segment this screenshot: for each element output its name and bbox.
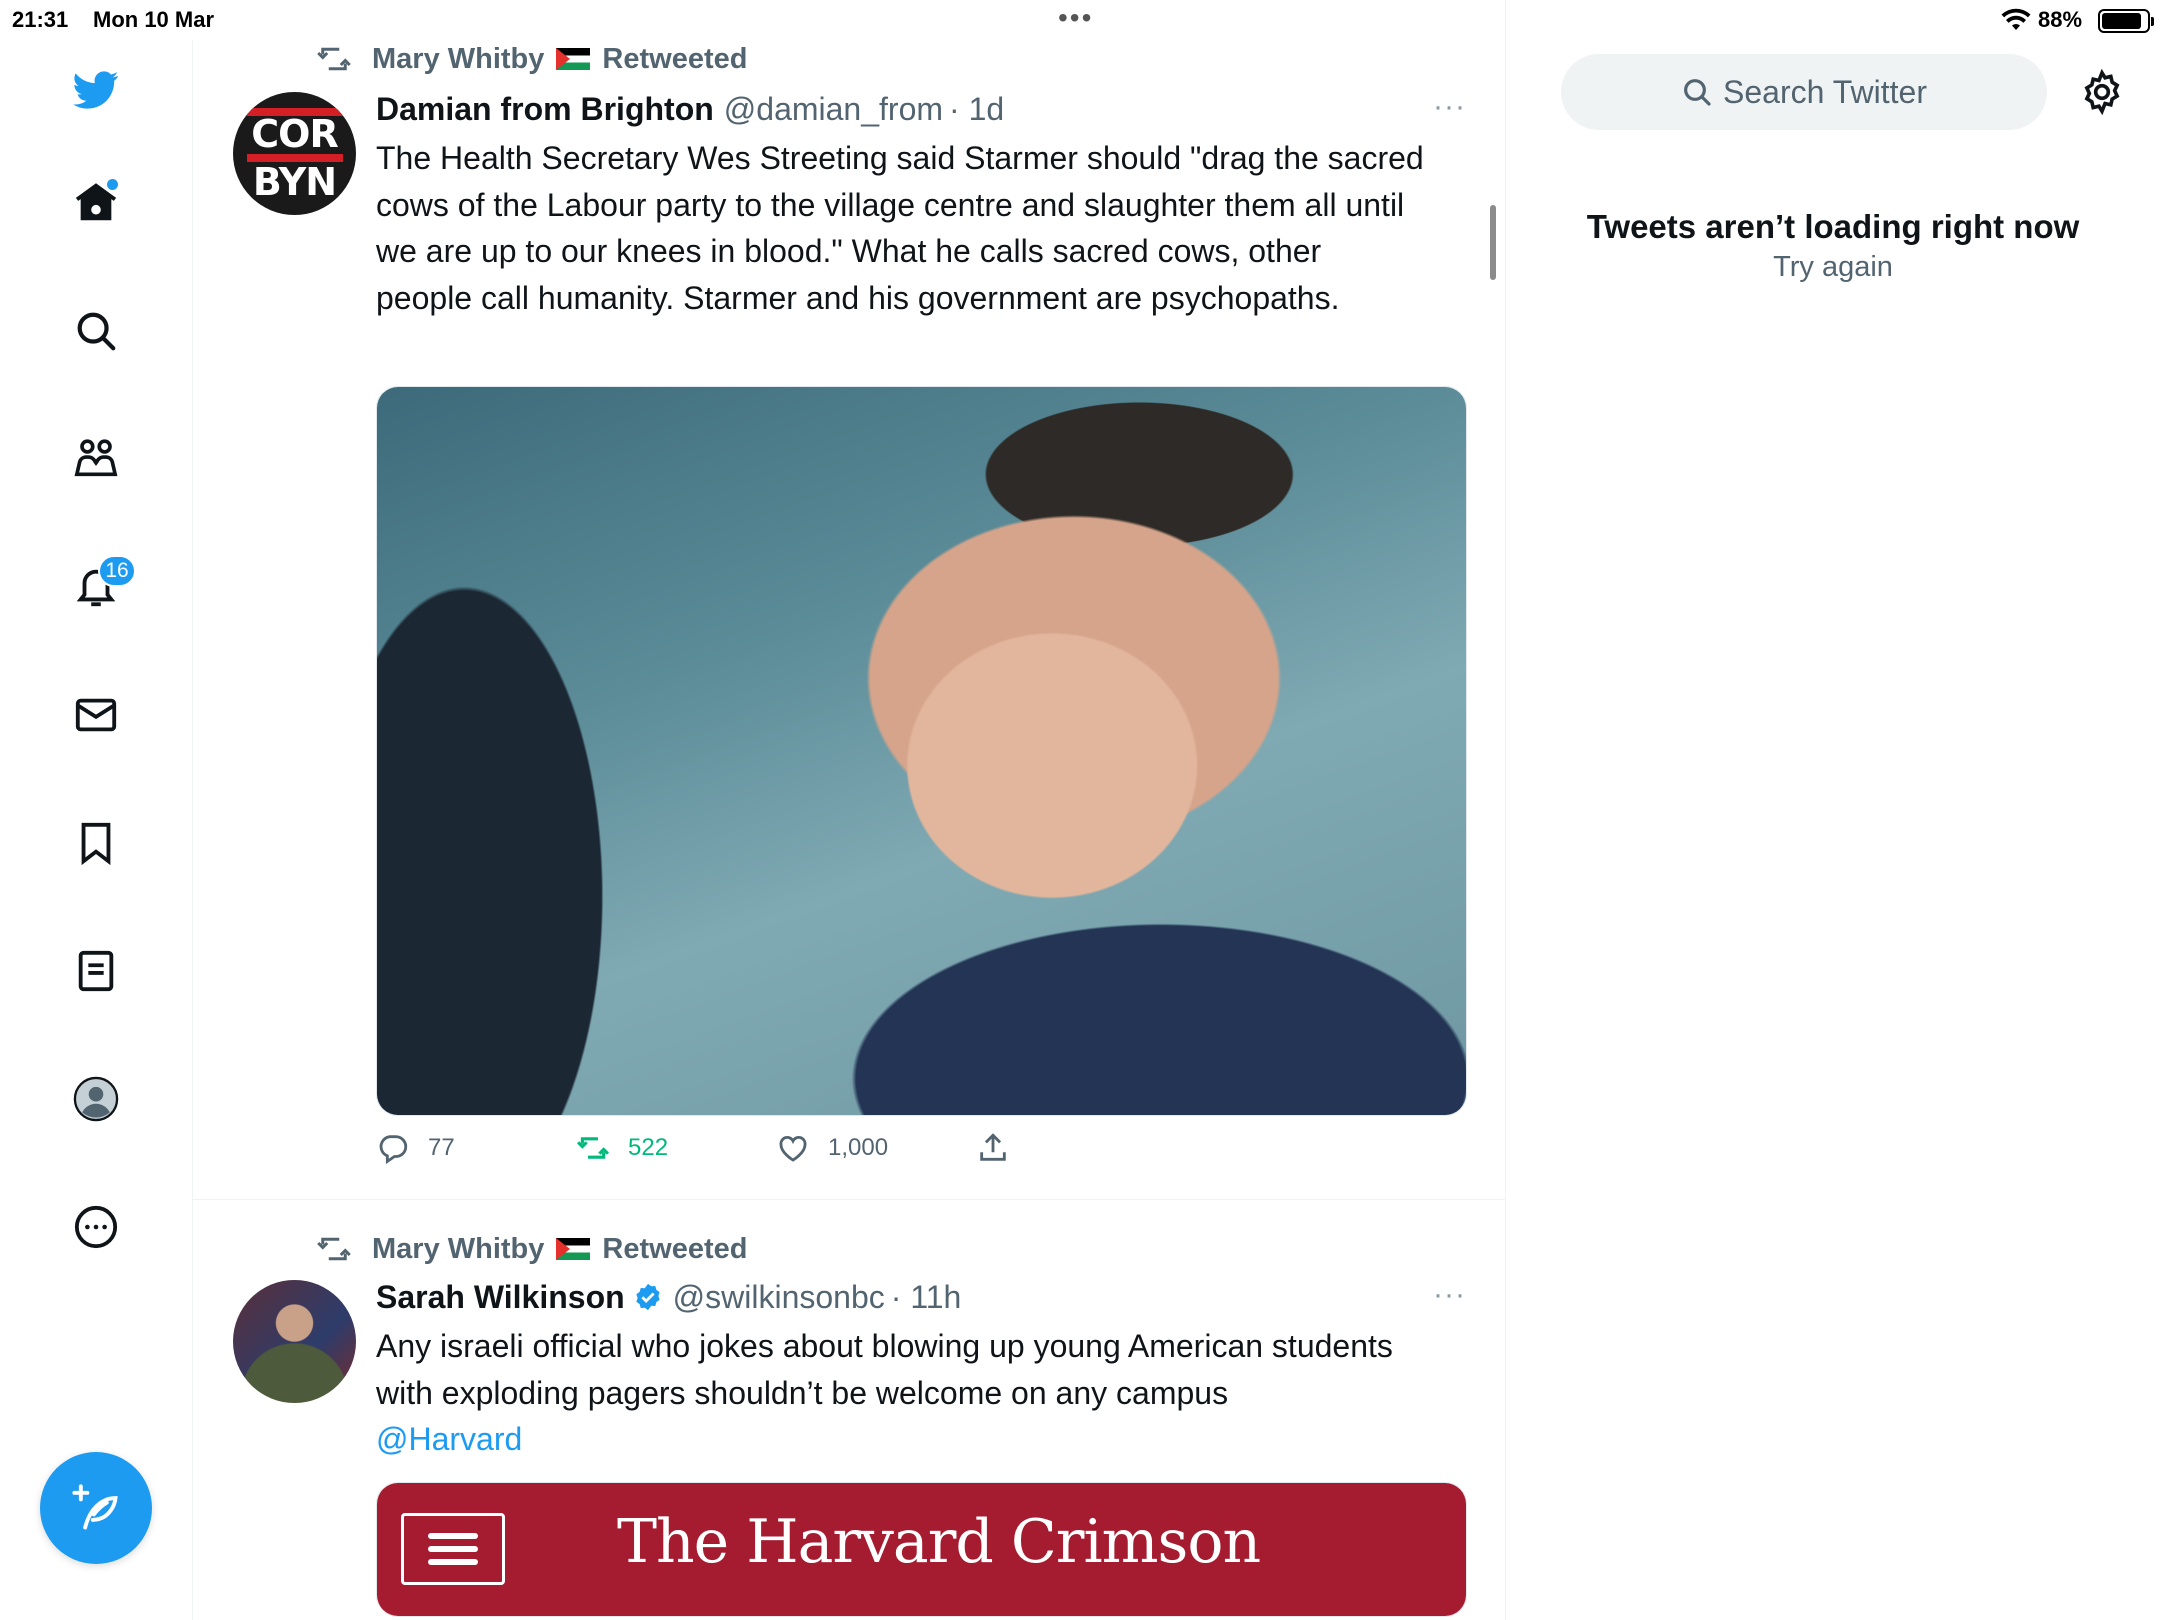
more-circle-icon[interactable] bbox=[56, 1187, 136, 1267]
battery-icon bbox=[2098, 9, 2154, 33]
wifi-icon bbox=[2001, 8, 2031, 38]
home-icon[interactable] bbox=[56, 163, 136, 243]
more-options-icon[interactable]: ··· bbox=[1433, 1278, 1466, 1312]
hamburger-menu-icon bbox=[401, 1513, 505, 1585]
reply-button[interactable]: 77 bbox=[376, 1128, 455, 1168]
settings-gear-icon[interactable] bbox=[2074, 64, 2130, 120]
palestine-flag-icon bbox=[556, 1238, 591, 1260]
retweet-button[interactable]: 522 bbox=[576, 1128, 668, 1168]
reply-icon bbox=[379, 1135, 408, 1165]
retweeter-name[interactable]: Mary Whitby bbox=[372, 1233, 544, 1266]
search-icon[interactable] bbox=[56, 291, 136, 371]
notifications-bell-icon[interactable]: 16 bbox=[56, 547, 136, 627]
author-name[interactable]: Damian from Brighton bbox=[376, 91, 714, 128]
avatar[interactable]: COR BYN bbox=[233, 92, 356, 215]
search-placeholder: Search Twitter bbox=[1723, 73, 1927, 110]
palestine-flag-icon bbox=[556, 48, 591, 70]
compose-feather-icon bbox=[72, 1484, 118, 1530]
tweet-divider bbox=[193, 1199, 1505, 1200]
share-button[interactable] bbox=[976, 1128, 1028, 1168]
tweet-actions: 77 522 1,000 bbox=[376, 1128, 1467, 1168]
link-card[interactable]: The Harvard Crimson bbox=[376, 1482, 1467, 1617]
tweet-text: Any israeli official who jokes about blo… bbox=[376, 1323, 1426, 1463]
sidebar-nav: 16 bbox=[0, 40, 193, 1620]
photo-image bbox=[377, 387, 1466, 1115]
author-name[interactable]: Sarah Wilkinson bbox=[376, 1279, 625, 1316]
retweet-context: Mary Whitby Retweeted bbox=[316, 1231, 747, 1267]
tweet-photo[interactable] bbox=[376, 386, 1467, 1116]
retweet-icon bbox=[317, 47, 351, 71]
twitter-bird-icon[interactable] bbox=[56, 50, 136, 130]
tweet-text: The Health Secretary Wes Streeting said … bbox=[376, 140, 1424, 316]
timeline[interactable]: Mary Whitby Retweeted COR BYN Damian fro… bbox=[193, 0, 1506, 1620]
retweeter-name[interactable]: Mary Whitby bbox=[372, 43, 544, 76]
status-time: 21:31 bbox=[12, 7, 69, 32]
tweet-time[interactable]: · 1d bbox=[949, 91, 1004, 128]
error-title: Tweets aren’t loading right now bbox=[1586, 208, 2080, 245]
author-handle[interactable]: @swilkinsonbc bbox=[673, 1279, 885, 1316]
author-handle[interactable]: @damian_from bbox=[724, 91, 943, 128]
more-options-icon[interactable]: ··· bbox=[1433, 90, 1466, 124]
battery-percent: 88% bbox=[2038, 7, 2083, 32]
avatar[interactable] bbox=[233, 1280, 356, 1403]
search-icon bbox=[1684, 79, 1711, 106]
like-count: 1,000 bbox=[828, 1134, 889, 1161]
retweet-context: Mary Whitby Retweeted bbox=[316, 41, 747, 77]
retweeted-label: Retweeted bbox=[602, 1232, 748, 1265]
retweeted-label: Retweeted bbox=[602, 42, 748, 75]
retweet-icon bbox=[577, 1137, 609, 1159]
tweet-header: Damian from Brighton @damian_from · 1d bbox=[376, 89, 1004, 129]
communities-icon[interactable] bbox=[56, 419, 136, 499]
avatar-text-top: COR bbox=[251, 111, 338, 156]
share-icon bbox=[980, 1133, 1006, 1161]
compose-tweet-button[interactable] bbox=[40, 1452, 152, 1564]
retweet-count: 522 bbox=[628, 1134, 669, 1161]
harvard-crimson-banner: The Harvard Crimson bbox=[377, 1483, 1466, 1616]
reply-count: 77 bbox=[428, 1134, 455, 1161]
heart-icon bbox=[779, 1136, 807, 1162]
profile-avatar-icon[interactable] bbox=[56, 1059, 136, 1139]
search-input[interactable]: Search Twitter bbox=[1561, 54, 2047, 130]
mention-link[interactable]: @Harvard bbox=[376, 1421, 522, 1457]
bookmark-icon[interactable] bbox=[56, 803, 136, 883]
card-title: The Harvard Crimson bbox=[617, 1507, 1261, 1577]
timeline-scrollbar[interactable] bbox=[1490, 205, 1496, 280]
home-unread-dot bbox=[107, 179, 118, 190]
tweet-time[interactable]: · 11h bbox=[891, 1279, 962, 1316]
tweet-header: Sarah Wilkinson @swilkinsonbc · 11h bbox=[376, 1277, 961, 1317]
tweet-body: Any israeli official who jokes about blo… bbox=[376, 1328, 1393, 1411]
right-column: Search Twitter Tweets aren’t loading rig… bbox=[1506, 40, 2160, 1620]
retweet-icon bbox=[317, 1237, 351, 1261]
try-again-link[interactable]: Try again bbox=[1506, 251, 2160, 284]
avatar-text-bottom: BYN bbox=[252, 159, 337, 204]
verified-badge-icon bbox=[636, 1283, 660, 1311]
like-button[interactable]: 1,000 bbox=[776, 1128, 888, 1168]
messages-envelope-icon[interactable] bbox=[56, 675, 136, 755]
lists-icon[interactable] bbox=[56, 931, 136, 1011]
notification-count-badge: 16 bbox=[98, 555, 136, 587]
